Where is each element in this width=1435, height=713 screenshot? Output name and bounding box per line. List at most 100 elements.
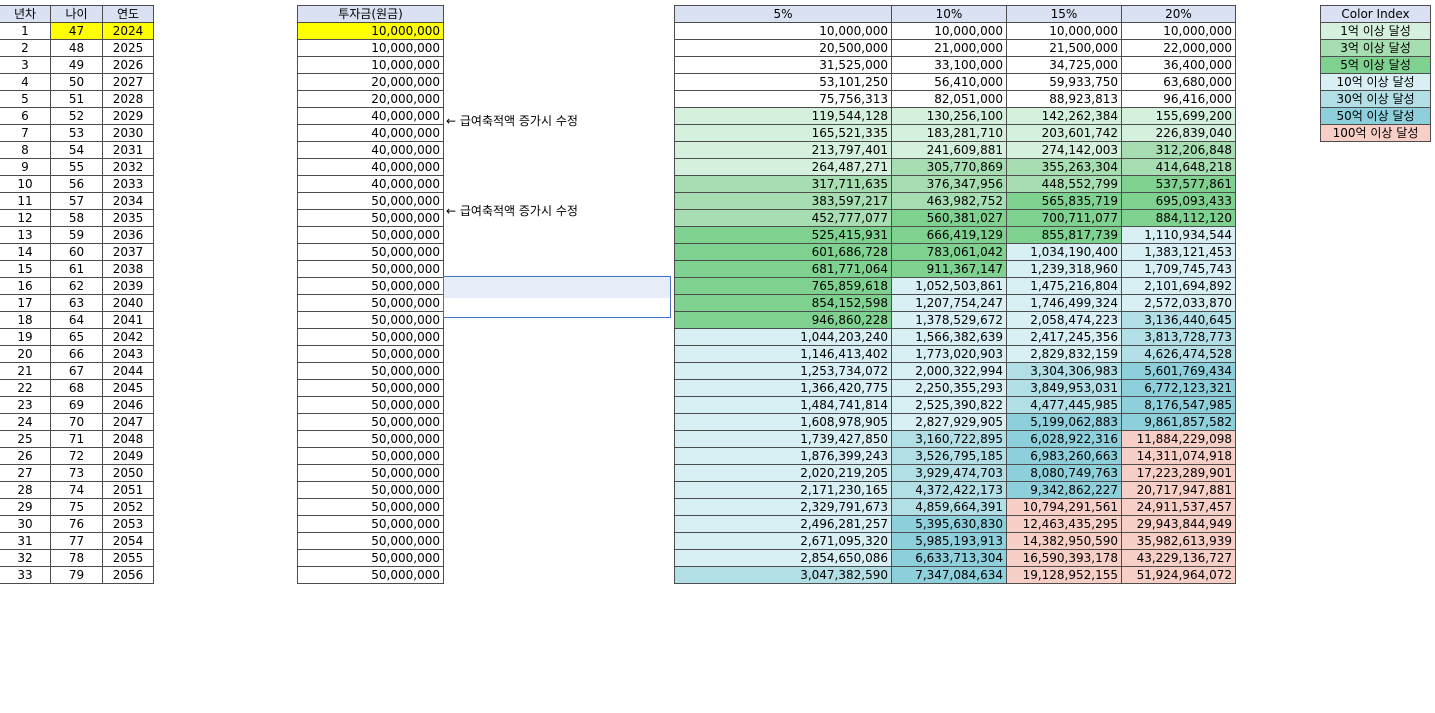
cell-rate-10[interactable]: 1,052,503,861 — [891, 277, 1007, 295]
cell-year-count[interactable]: 5 — [0, 90, 51, 108]
cell-rate-15[interactable]: 2,417,245,356 — [1006, 328, 1122, 346]
cell-year[interactable]: 2024 — [102, 22, 154, 40]
legend-item[interactable]: 5억 이상 달성 — [1320, 56, 1431, 74]
cell-age[interactable]: 69 — [50, 396, 103, 414]
header-cell-rate-20[interactable]: 20% — [1121, 5, 1236, 23]
cell-rate-5[interactable]: 264,487,271 — [674, 158, 892, 176]
cell-rate-20[interactable]: 22,000,000 — [1121, 39, 1236, 57]
cell-rate-15[interactable]: 142,262,384 — [1006, 107, 1122, 125]
cell-investment[interactable]: 20,000,000 — [297, 73, 444, 91]
cell-year[interactable]: 2034 — [102, 192, 154, 210]
cell-year-count[interactable]: 18 — [0, 311, 51, 329]
cell-rate-10[interactable]: 2,827,929,905 — [891, 413, 1007, 431]
cell-investment[interactable]: 40,000,000 — [297, 158, 444, 176]
cell-year[interactable]: 2031 — [102, 141, 154, 159]
cell-rate-10[interactable]: 376,347,956 — [891, 175, 1007, 193]
cell-investment[interactable]: 50,000,000 — [297, 260, 444, 278]
cell-rate-15[interactable]: 8,080,749,763 — [1006, 464, 1122, 482]
cell-investment[interactable]: 40,000,000 — [297, 124, 444, 142]
cell-investment[interactable]: 50,000,000 — [297, 481, 444, 499]
cell-year[interactable]: 2035 — [102, 209, 154, 227]
cell-rate-10[interactable]: 3,160,722,895 — [891, 430, 1007, 448]
cell-rate-5[interactable]: 452,777,077 — [674, 209, 892, 227]
cell-rate-15[interactable]: 9,342,862,227 — [1006, 481, 1122, 499]
cell-age[interactable]: 77 — [50, 532, 103, 550]
cell-year[interactable]: 2045 — [102, 379, 154, 397]
cell-rate-5[interactable]: 1,876,399,243 — [674, 447, 892, 465]
cell-age[interactable]: 55 — [50, 158, 103, 176]
cell-year-count[interactable]: 31 — [0, 532, 51, 550]
cell-investment[interactable]: 50,000,000 — [297, 498, 444, 516]
cell-rate-20[interactable]: 2,101,694,892 — [1121, 277, 1236, 295]
cell-rate-10[interactable]: 183,281,710 — [891, 124, 1007, 142]
cell-rate-10[interactable]: 3,929,474,703 — [891, 464, 1007, 482]
cell-age[interactable]: 79 — [50, 566, 103, 584]
cell-rate-15[interactable]: 355,263,304 — [1006, 158, 1122, 176]
cell-year-count[interactable]: 3 — [0, 56, 51, 74]
cell-rate-15[interactable]: 59,933,750 — [1006, 73, 1122, 91]
cell-investment[interactable]: 50,000,000 — [297, 226, 444, 244]
cell-rate-20[interactable]: 155,699,200 — [1121, 107, 1236, 125]
cell-rate-20[interactable]: 1,709,745,743 — [1121, 260, 1236, 278]
selected-range[interactable] — [443, 276, 671, 318]
cell-rate-10[interactable]: 1,378,529,672 — [891, 311, 1007, 329]
cell-rate-5[interactable]: 2,854,650,086 — [674, 549, 892, 567]
cell-year[interactable]: 2025 — [102, 39, 154, 57]
cell-year-count[interactable]: 25 — [0, 430, 51, 448]
cell-rate-5[interactable]: 119,544,128 — [674, 107, 892, 125]
header-cell-rate-10[interactable]: 10% — [891, 5, 1007, 23]
cell-rate-20[interactable]: 24,911,537,457 — [1121, 498, 1236, 516]
cell-rate-5[interactable]: 20,500,000 — [674, 39, 892, 57]
cell-rate-5[interactable]: 854,152,598 — [674, 294, 892, 312]
cell-year[interactable]: 2048 — [102, 430, 154, 448]
cell-rate-20[interactable]: 63,680,000 — [1121, 73, 1236, 91]
cell-rate-10[interactable]: 6,633,713,304 — [891, 549, 1007, 567]
cell-rate-10[interactable]: 1,566,382,639 — [891, 328, 1007, 346]
cell-rate-5[interactable]: 2,329,791,673 — [674, 498, 892, 516]
cell-year[interactable]: 2043 — [102, 345, 154, 363]
cell-age[interactable]: 52 — [50, 107, 103, 125]
cell-rate-20[interactable]: 312,206,848 — [1121, 141, 1236, 159]
cell-rate-15[interactable]: 10,794,291,561 — [1006, 498, 1122, 516]
cell-year-count[interactable]: 13 — [0, 226, 51, 244]
cell-age[interactable]: 74 — [50, 481, 103, 499]
cell-year-count[interactable]: 22 — [0, 379, 51, 397]
cell-rate-20[interactable]: 4,626,474,528 — [1121, 345, 1236, 363]
cell-rate-10[interactable]: 463,982,752 — [891, 192, 1007, 210]
cell-rate-20[interactable]: 695,093,433 — [1121, 192, 1236, 210]
cell-rate-15[interactable]: 4,477,445,985 — [1006, 396, 1122, 414]
cell-age[interactable]: 76 — [50, 515, 103, 533]
cell-rate-10[interactable]: 4,859,664,391 — [891, 498, 1007, 516]
cell-year-count[interactable]: 10 — [0, 175, 51, 193]
cell-year-count[interactable]: 11 — [0, 192, 51, 210]
legend-item[interactable]: 1억 이상 달성 — [1320, 22, 1431, 40]
legend-item[interactable]: 50억 이상 달성 — [1320, 107, 1431, 125]
cell-age[interactable]: 53 — [50, 124, 103, 142]
cell-age[interactable]: 64 — [50, 311, 103, 329]
cell-age[interactable]: 70 — [50, 413, 103, 431]
cell-year[interactable]: 2055 — [102, 549, 154, 567]
cell-investment[interactable]: 10,000,000 — [297, 22, 444, 40]
cell-age[interactable]: 78 — [50, 549, 103, 567]
cell-investment[interactable]: 10,000,000 — [297, 56, 444, 74]
cell-year-count[interactable]: 2 — [0, 39, 51, 57]
cell-rate-10[interactable]: 241,609,881 — [891, 141, 1007, 159]
cell-rate-15[interactable]: 19,128,952,155 — [1006, 566, 1122, 584]
cell-year-count[interactable]: 33 — [0, 566, 51, 584]
cell-rate-5[interactable]: 1,739,427,850 — [674, 430, 892, 448]
cell-rate-20[interactable]: 10,000,000 — [1121, 22, 1236, 40]
legend-item[interactable]: 30억 이상 달성 — [1320, 90, 1431, 108]
cell-rate-20[interactable]: 9,861,857,582 — [1121, 413, 1236, 431]
cell-investment[interactable]: 50,000,000 — [297, 379, 444, 397]
cell-year-count[interactable]: 8 — [0, 141, 51, 159]
cell-rate-10[interactable]: 5,395,630,830 — [891, 515, 1007, 533]
cell-age[interactable]: 65 — [50, 328, 103, 346]
cell-rate-10[interactable]: 56,410,000 — [891, 73, 1007, 91]
cell-age[interactable]: 54 — [50, 141, 103, 159]
header-cell-age[interactable]: 나이 — [50, 5, 103, 23]
cell-age[interactable]: 59 — [50, 226, 103, 244]
cell-year-count[interactable]: 24 — [0, 413, 51, 431]
cell-investment[interactable]: 50,000,000 — [297, 328, 444, 346]
cell-rate-10[interactable]: 7,347,084,634 — [891, 566, 1007, 584]
cell-rate-20[interactable]: 43,229,136,727 — [1121, 549, 1236, 567]
